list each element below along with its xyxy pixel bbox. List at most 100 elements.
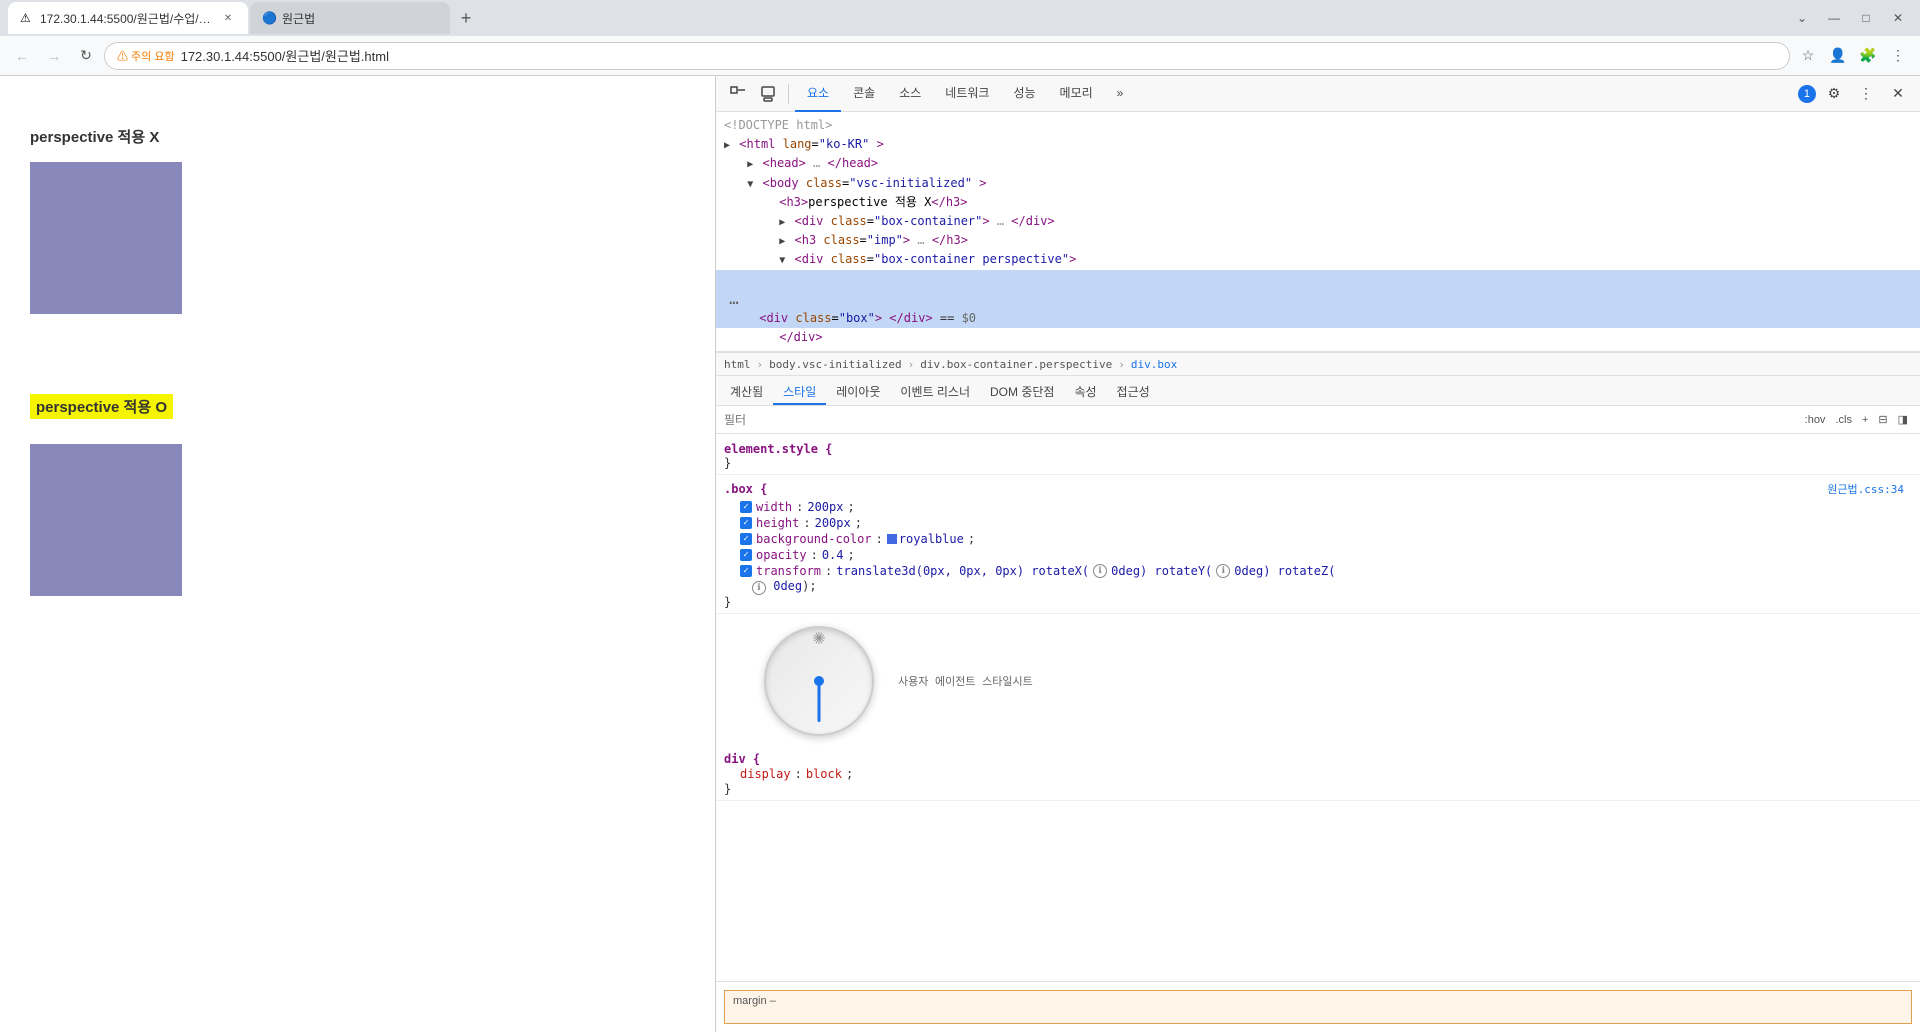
filter-input[interactable] <box>724 413 1797 427</box>
devtools-toolbar: 요소 콘솔 소스 네트워크 성능 메모리 » 1 ⚙ ⋮ ✕ <box>716 76 1920 112</box>
refresh-button[interactable]: ↻ <box>72 42 100 70</box>
profile-button[interactable]: 👤 <box>1824 42 1852 70</box>
css-prop-height: height: 200px; <box>724 515 1912 531</box>
css-selector-box: .box { <box>724 482 767 496</box>
css-prop-transform: transform: translate3d(0px, 0px, 0px) ro… <box>724 563 1912 579</box>
margin-box-area: margin – <box>716 981 1920 1032</box>
tab-properties[interactable]: 속성 <box>1064 379 1106 405</box>
sidebar-toggle-button[interactable]: ◨ <box>1894 413 1912 426</box>
toggle-button[interactable]: ⊟ <box>1874 413 1891 426</box>
tab-more[interactable]: » <box>1105 76 1136 112</box>
close-window-button[interactable]: ✕ <box>1884 4 1912 32</box>
css-selector-element-style: element.style { <box>724 442 832 456</box>
devtools-more-button[interactable]: ⋮ <box>1852 80 1880 108</box>
tab-network[interactable]: 네트워크 <box>933 76 1001 112</box>
tab-accessibility[interactable]: 접근성 <box>1107 379 1160 405</box>
clock-center-dot <box>814 676 824 686</box>
css-selector-div: div { <box>724 752 760 766</box>
tab-computed[interactable]: 계산됨 <box>720 379 773 405</box>
clock-dial[interactable] <box>764 626 874 736</box>
dom-line-div-box-container[interactable]: ▶ <div class="box-container"> … </div> <box>716 212 1920 231</box>
section1-label: perspective 적용 X <box>30 126 685 147</box>
info-icon-rotatez: ℹ <box>752 581 766 595</box>
devtools-settings-button[interactable]: ⚙ <box>1820 80 1848 108</box>
tab-styles[interactable]: 스타일 <box>773 379 826 405</box>
css-prop-display: display: block; <box>724 766 1912 782</box>
devtools-tabs: 요소 콘솔 소스 네트워크 성능 메모리 » <box>795 76 1796 112</box>
margin-label: margin – <box>733 995 776 1007</box>
breadcrumb-html[interactable]: html <box>724 358 751 371</box>
devtools-close-button[interactable]: ✕ <box>1884 80 1912 108</box>
margin-box: margin – <box>724 990 1912 1024</box>
css-transform-continuation: ℹ 0deg); <box>724 579 1912 595</box>
devtools-actions: 1 ⚙ ⋮ ✕ <box>1798 80 1912 108</box>
tab-close-1[interactable]: ✕ <box>220 10 236 26</box>
css-rule-div: div { display: block; } <box>716 748 1920 801</box>
tab-dom-breakpoints[interactable]: DOM 중단점 <box>980 379 1064 405</box>
tab-title-2: 원근법 <box>282 10 438 27</box>
css-checkbox-height[interactable] <box>740 517 752 529</box>
main-area: perspective 적용 X perspective 적용 O <box>0 76 1920 1032</box>
url-warning: ⚠ 주의 요함 <box>117 48 175 64</box>
tab-layout[interactable]: 레이아웃 <box>826 379 890 405</box>
css-source-link[interactable]: 원근법.css:34 <box>1819 479 1912 499</box>
element-picker-button[interactable] <box>724 80 752 108</box>
dom-line-div-box[interactable]: … <div class="box"> </div> == $0 <box>716 270 1920 328</box>
info-icon-rotatex: ℹ <box>1093 564 1107 578</box>
tab-inactive[interactable]: 🔵 원근법 <box>250 2 450 34</box>
clock-container[interactable] <box>764 626 874 736</box>
extensions-button[interactable]: 🧩 <box>1854 42 1882 70</box>
box-with-perspective <box>30 444 182 596</box>
minimize-button[interactable]: — <box>1820 4 1848 32</box>
tab-search-button[interactable]: ⌄ <box>1788 4 1816 32</box>
dom-line-div-perspective[interactable]: ▼ <div class="box-container perspective"… <box>716 250 1920 269</box>
add-rule-button[interactable]: + <box>1858 414 1872 426</box>
css-checkbox-opacity[interactable] <box>740 549 752 561</box>
color-swatch[interactable] <box>887 534 897 544</box>
tab-event-listeners[interactable]: 이벤트 리스너 <box>890 379 980 405</box>
bookmark-button[interactable]: ☆ <box>1794 42 1822 70</box>
browser-menu-button[interactable]: ⋮ <box>1884 42 1912 70</box>
dom-line-doctype[interactable]: <!DOCTYPE html> <box>716 116 1920 135</box>
dom-line-html[interactable]: ▶ <html lang="ko-KR" > <box>716 135 1920 154</box>
section1: perspective 적용 X <box>30 126 685 314</box>
cls-button[interactable]: .cls <box>1831 414 1856 426</box>
breadcrumb-div-box[interactable]: div.box <box>1131 358 1177 371</box>
dom-more-button[interactable]: … <box>724 289 744 309</box>
hov-button[interactable]: :hov <box>1801 414 1830 426</box>
css-checkbox-width[interactable] <box>740 501 752 513</box>
tab-elements[interactable]: 요소 <box>795 76 841 112</box>
back-button[interactable]: ← <box>8 42 36 70</box>
dom-tree: <!DOCTYPE html> ▶ <html lang="ko-KR" > ▶… <box>716 112 1920 352</box>
tab-favicon-2: 🔵 <box>262 11 276 25</box>
dom-line-h3-1[interactable]: <h3>perspective 적용 X</h3> <box>716 193 1920 212</box>
tab-active[interactable]: ⚠ 172.30.1.44:5500/원근법/수업/이... ✕ <box>8 2 248 34</box>
address-actions: ☆ 👤 🧩 ⋮ <box>1794 42 1912 70</box>
styles-filter: :hov .cls + ⊟ ◨ <box>716 406 1920 434</box>
device-toolbar-button[interactable] <box>754 80 782 108</box>
tab-source[interactable]: 소스 <box>887 76 933 112</box>
box-no-perspective <box>30 162 182 314</box>
css-checkbox-bg-color[interactable] <box>740 533 752 545</box>
forward-button[interactable]: → <box>40 42 68 70</box>
css-checkbox-transform[interactable] <box>740 565 752 577</box>
breadcrumb-div-perspective[interactable]: div.box-container.perspective <box>920 358 1112 371</box>
dom-line-head[interactable]: ▶ <head> … </head> <box>716 154 1920 173</box>
dom-line-div-close[interactable]: </div> <box>716 328 1920 347</box>
css-prop-opacity: opacity: 0.4; <box>724 547 1912 563</box>
tab-memory[interactable]: 메모리 <box>1048 76 1105 112</box>
tab-console[interactable]: 콘솔 <box>841 76 887 112</box>
address-bar: ← → ↻ ⚠ 주의 요함 172.30.1.44:5500/원근법/원근법.h… <box>0 36 1920 76</box>
dom-line-body[interactable]: ▼ <body class="vsc-initialized" > <box>716 174 1920 193</box>
clock-widget-area: 사용자 에이전트 스타일시트 <box>716 614 1920 748</box>
url-bar[interactable]: ⚠ 주의 요함 172.30.1.44:5500/원근법/원근법.html <box>104 42 1790 70</box>
dom-line-h3-imp[interactable]: ▶ <h3 class="imp"> … </h3> <box>716 231 1920 250</box>
user-agent-label: 사용자 에이전트 스타일시트 <box>890 671 1041 691</box>
css-prop-bg-color: background-color: royalblue ; <box>724 531 1912 547</box>
tab-performance[interactable]: 성능 <box>1001 76 1047 112</box>
breadcrumb-body[interactable]: body.vsc-initialized <box>769 358 901 371</box>
tab-title-1: 172.30.1.44:5500/원근법/수업/이... <box>40 10 214 27</box>
devtools-panel: 요소 콘솔 소스 네트워크 성능 메모리 » 1 ⚙ ⋮ ✕ < <box>715 76 1920 1032</box>
maximize-button[interactable]: □ <box>1852 4 1880 32</box>
new-tab-button[interactable]: + <box>452 4 480 32</box>
